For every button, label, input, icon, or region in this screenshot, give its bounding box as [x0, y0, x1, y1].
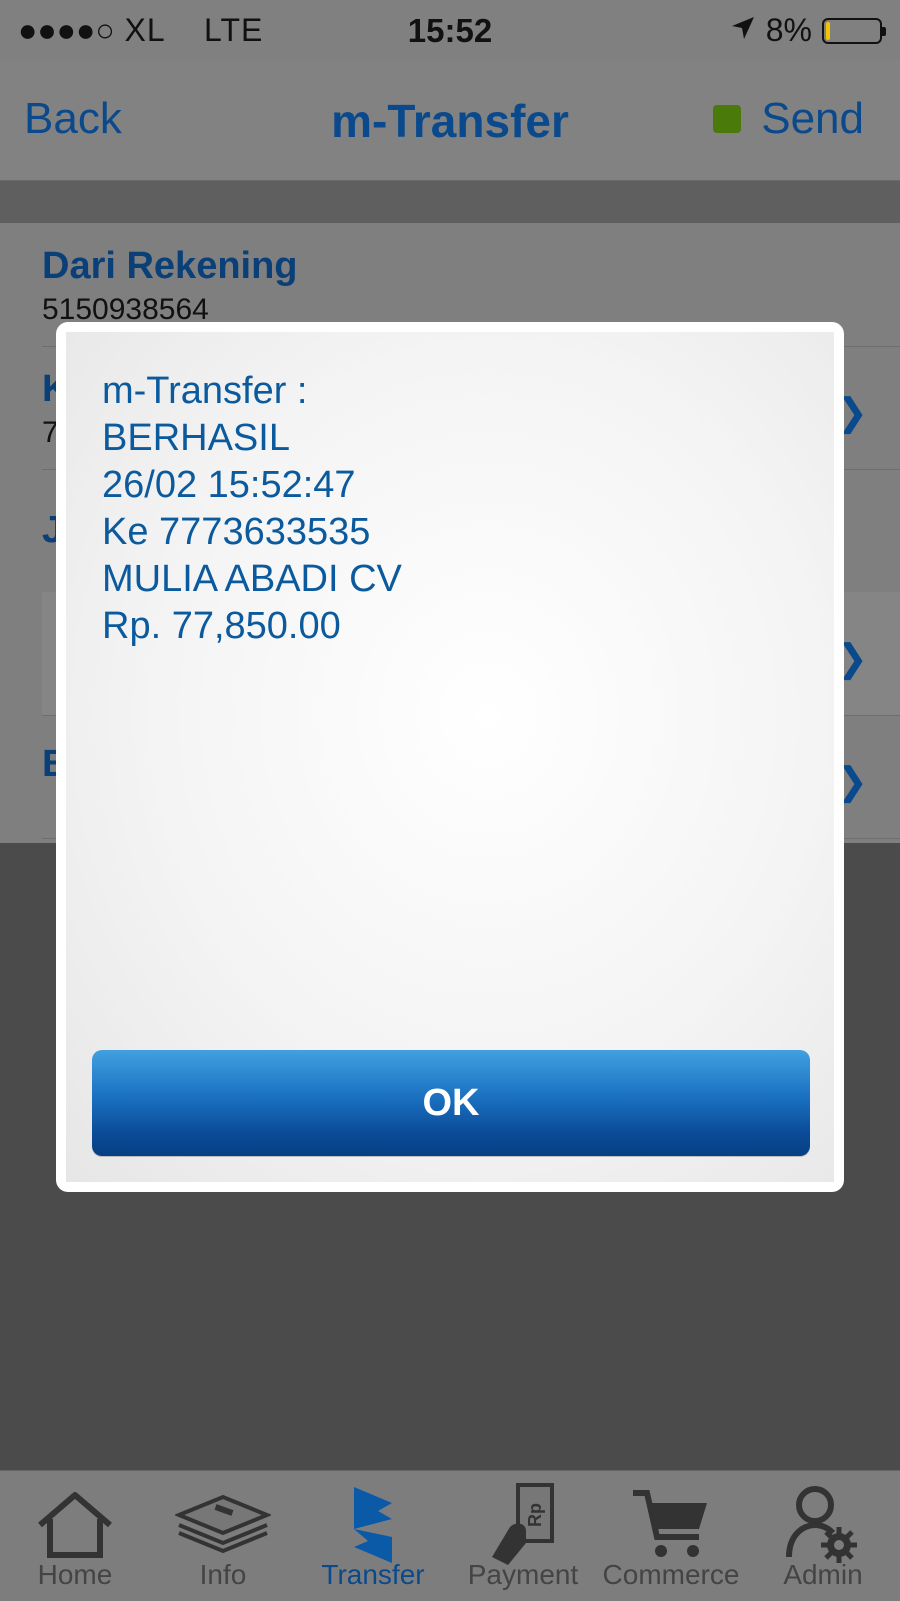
form-row-label: Dari Rekening	[42, 245, 298, 287]
location-arrow-icon	[730, 12, 756, 49]
tab-label: Transfer	[321, 1559, 425, 1590]
status-right: 8%	[730, 12, 886, 49]
ok-button[interactable]: OK	[92, 1050, 810, 1156]
dialog-message: m-Transfer : BERHASIL 26/02 15:52:47 Ke …	[102, 368, 402, 650]
message-line-datetime: 26/02 15:52:47	[102, 464, 356, 506]
svg-text:Rp: Rp	[525, 1503, 545, 1527]
tab-label: Payment	[467, 1559, 579, 1590]
navigation-bar: Back m-Transfer Send	[0, 60, 900, 181]
battery-percent: 8%	[765, 12, 812, 48]
info-stack-icon	[148, 1485, 298, 1565]
status-bar: ●●●●○ XL LTE 15:52 8%	[0, 0, 900, 60]
tab-info[interactable]: Info	[148, 1471, 298, 1601]
tab-admin[interactable]: Admin	[748, 1471, 898, 1601]
transfer-result-dialog: m-Transfer : BERHASIL 26/02 15:52:47 Ke …	[56, 322, 844, 1192]
section-separator	[0, 181, 900, 223]
tab-transfer[interactable]: Transfer	[298, 1471, 448, 1601]
send-status-indicator	[713, 105, 742, 133]
send-control[interactable]: Send	[713, 94, 864, 144]
tab-commerce[interactable]: Commerce	[596, 1471, 746, 1601]
message-line-title: m-Transfer :	[102, 370, 308, 412]
message-line-status: BERHASIL	[102, 417, 290, 459]
tab-label: Home	[37, 1559, 113, 1590]
payment-icon: Rp	[448, 1483, 598, 1565]
tab-bar: Home Info Transfer Rp Payment Commerce A…	[0, 1470, 900, 1601]
message-line-recipient: MULIA ABADI CV	[102, 558, 402, 600]
admin-icon	[748, 1485, 898, 1565]
tab-label: Info	[199, 1559, 247, 1590]
tab-payment[interactable]: Rp Payment	[448, 1471, 598, 1601]
battery-icon	[822, 17, 886, 44]
tab-label: Commerce	[602, 1559, 740, 1590]
battery-level	[826, 21, 830, 40]
tab-home[interactable]: Home	[0, 1471, 150, 1601]
message-line-destination: Ke 7773633535	[102, 511, 371, 553]
transfer-icon	[298, 1485, 448, 1565]
home-icon	[0, 1485, 150, 1565]
dialog-body: m-Transfer : BERHASIL 26/02 15:52:47 Ke …	[66, 332, 834, 1182]
cart-icon	[596, 1485, 746, 1565]
message-line-amount: Rp. 77,850.00	[102, 605, 341, 647]
tab-label: Admin	[783, 1559, 863, 1590]
send-button[interactable]: Send	[761, 94, 864, 144]
